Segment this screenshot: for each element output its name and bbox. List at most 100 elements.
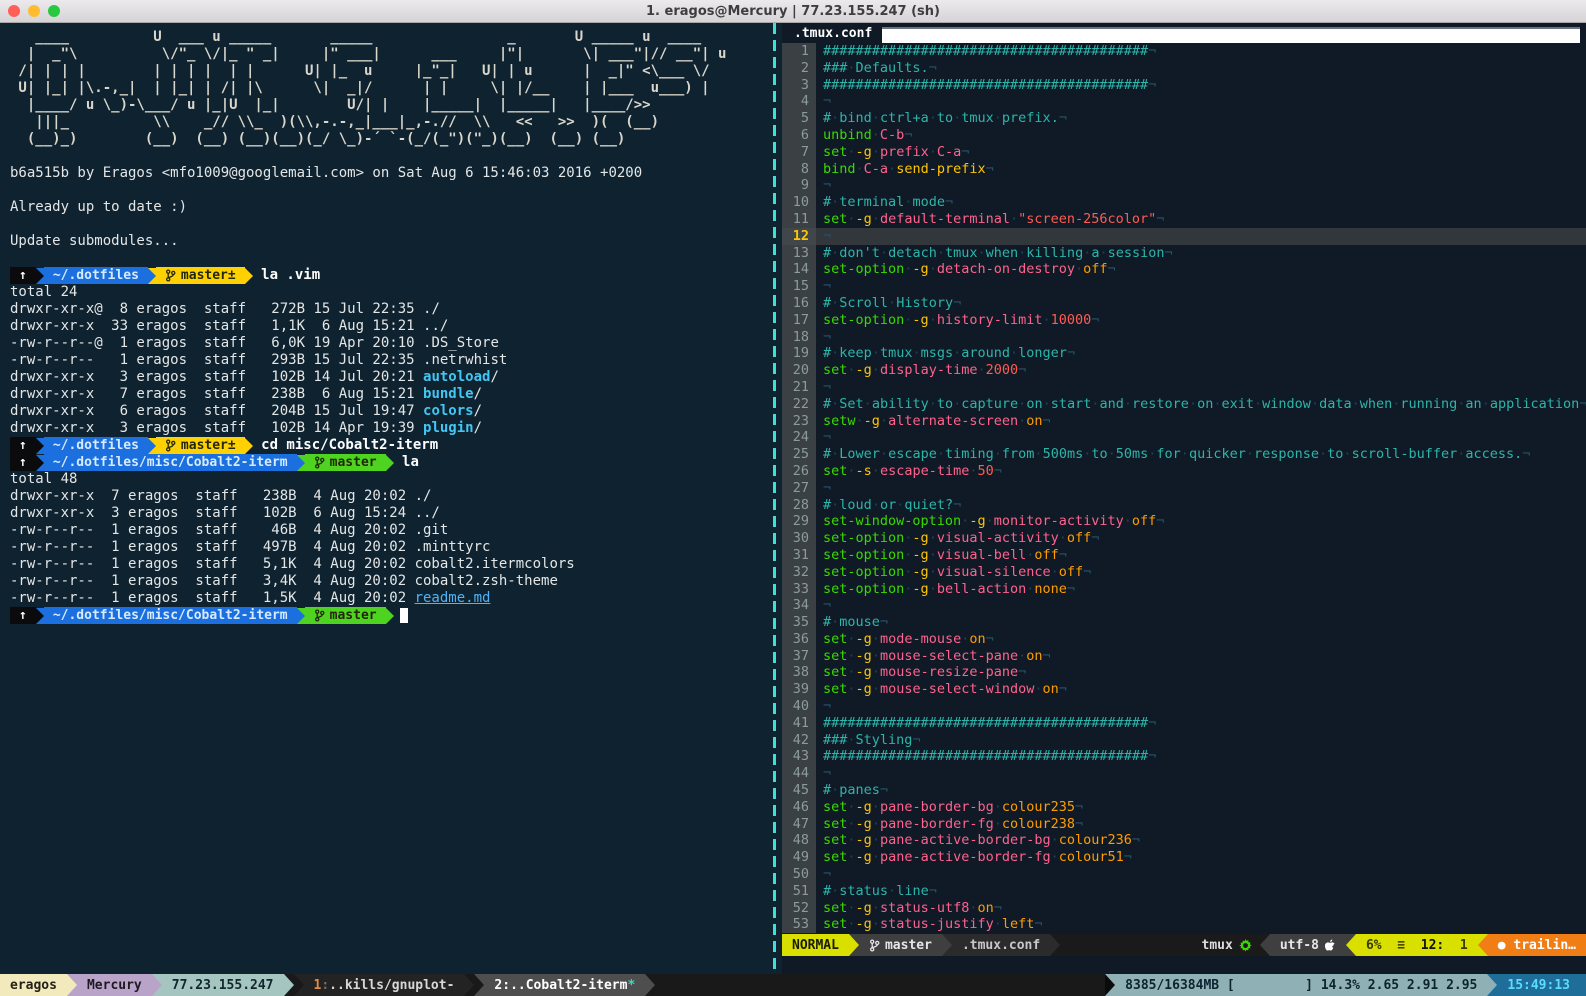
eol-marker: ¬ [1067, 581, 1075, 597]
eol-marker: ¬ [823, 765, 831, 781]
file-row: drwxr-xr-x 7 eragos staff 238B 6 Aug 15:… [10, 386, 766, 403]
syntax-token: set-option [823, 547, 904, 563]
file-meta: -rw-r--r-- 1 eragos staff 497B 4 Aug 20:… [10, 539, 415, 555]
syntax-token: # [823, 782, 831, 798]
vim-buffer[interactable]: 1#######################################… [782, 43, 1586, 934]
tmux-window[interactable]: 1:..kills/gnuplot- [304, 974, 465, 996]
file-row: drwxr-xr-x 3 eragos staff 102B 14 Jul 20… [10, 369, 766, 386]
eol-marker: ¬ [823, 228, 831, 244]
syntax-token: on [969, 631, 985, 647]
vim-pane[interactable]: .tmux.conf 1############################… [782, 23, 1586, 974]
powerline-arrow-icon [297, 608, 305, 624]
syntax-token: running [1400, 396, 1457, 412]
directory-name[interactable]: bundle [423, 386, 474, 402]
pane-separator[interactable] [766, 23, 782, 974]
file-meta: drwxr-xr-x 6 eragos staff 204B 15 Jul 19… [10, 403, 423, 419]
line-content: set·-g·prefix·C-a¬ [816, 144, 1586, 161]
syntax-token: -g [912, 581, 928, 597]
syntax-token: -g [856, 211, 872, 227]
syntax-token: ### [823, 732, 847, 748]
directory-name[interactable]: colors [423, 403, 474, 419]
eol-marker: ¬ [1579, 396, 1586, 412]
line-content: ¬ [816, 228, 1586, 245]
syntax-token: quiet? [904, 497, 953, 513]
window-title: 1. eragos@Mercury | 77.23.155.247 (sh) [0, 4, 1586, 19]
prompt-branch-segment: master± [156, 437, 245, 454]
line-content: set·-g·pane-border-bg·colour235¬ [816, 799, 1586, 816]
syntax-token: set-option [823, 261, 904, 277]
whitespace-dot: · [929, 564, 937, 580]
powerline-arrow-icon [67, 974, 77, 996]
eol-marker: ¬ [1067, 345, 1075, 361]
vim-line: 10#·terminal·mode¬ [782, 194, 1586, 211]
line-content: set·-g·pane-active-border-bg·colour236¬ [816, 832, 1586, 849]
syntax-token: set-option [823, 312, 904, 328]
file-link[interactable]: readme.md [415, 590, 491, 606]
whitespace-dot: · [1343, 446, 1351, 462]
memory-load-segment: 8385/16384MB [ ] 14.3% 2.65 2.91 2.95 [1115, 974, 1487, 996]
syntax-token: around [961, 345, 1010, 361]
syntax-token: -g [856, 648, 872, 664]
whitespace-dot: · [847, 362, 855, 378]
syntax-token: loud [839, 497, 872, 513]
bar-spacer [655, 974, 1105, 996]
vim-line: 2###·Defaults.¬ [782, 60, 1586, 77]
syntax-token: monitor-activity [994, 513, 1124, 529]
syntax-token: -g [912, 547, 928, 563]
file-meta: -rw-r--r-- 1 eragos staff 3,4K 4 Aug 20:… [10, 573, 415, 589]
window-title: ..Cobalt2-iterm [510, 978, 627, 993]
syntax-token: set [823, 664, 847, 680]
syntax-token: capture [961, 396, 1018, 412]
syntax-token: mouse-select-window [880, 681, 1034, 697]
window-number: 2 [494, 978, 502, 993]
file-name: cobalt2.zsh-theme [415, 573, 558, 589]
syntax-token: C-a [937, 144, 961, 160]
syntax-token: start [1051, 396, 1092, 412]
eol-marker: ¬ [1091, 530, 1099, 546]
directory-name[interactable]: plugin [423, 420, 474, 436]
shell-cursor[interactable] [400, 608, 408, 623]
vim-tab[interactable]: .tmux.conf [782, 26, 880, 41]
shell-pane[interactable]: ____ U ___ u _____ _____ _ U _____ u ___… [0, 23, 766, 974]
line-number: 13 [782, 245, 816, 262]
powerline-arrow-icon [942, 934, 952, 956]
syntax-token: response [1254, 446, 1319, 462]
syntax-token: colour51 [1059, 849, 1124, 865]
eol-marker: ¬ [1148, 77, 1156, 93]
ascii-banner: ____ U ___ u _____ _____ _ U _____ u ___… [10, 29, 766, 148]
eol-marker: ¬ [912, 732, 920, 748]
syntax-token: to [937, 110, 953, 126]
line-number: 41 [782, 715, 816, 732]
whitespace-dot: · [872, 345, 880, 361]
powerline-arrow-icon [148, 438, 156, 454]
file-meta: drwxr-xr-x 3 eragos staff 102B 14 Jul 20… [10, 369, 423, 385]
syntax-token: ######################################## [823, 715, 1148, 731]
syntax-token: off [1132, 513, 1156, 529]
whitespace-dot: · [1043, 312, 1051, 328]
syntax-token: # [823, 614, 831, 630]
eol-marker: ¬ [929, 60, 937, 76]
tmux-window-active[interactable]: 2:..Cobalt2-iterm* [484, 974, 645, 996]
position-segment: 6% ≡ 12: 1 [1356, 934, 1478, 956]
syntax-token: escape-time [880, 463, 969, 479]
shell-line [10, 216, 766, 233]
powerline-arrow-icon [284, 974, 294, 996]
vim-line: 6unbind·C-b¬ [782, 127, 1586, 144]
powerline-arrow-icon [297, 455, 305, 471]
eol-marker: ¬ [823, 480, 831, 496]
line-number: 7 [782, 144, 816, 161]
file-meta: drwxr-xr-x 7 eragos staff 238B 4 Aug 20:… [10, 488, 415, 504]
syntax-token: -g [856, 681, 872, 697]
whitespace-dot: · [847, 631, 855, 647]
line-content: ¬ [816, 597, 1586, 614]
line-number: 24 [782, 429, 816, 446]
file-row: drwxr-xr-x 7 eragos staff 238B 4 Aug 20:… [10, 488, 766, 505]
powerline-arrow-icon [849, 934, 859, 956]
line-number: 14 [782, 261, 816, 278]
syntax-token: set [823, 463, 847, 479]
directory-name[interactable]: autoload [423, 369, 490, 385]
syntax-token: on [1026, 396, 1042, 412]
vim-statusline: NORMALmaster.tmux.conftmuxutf-86% ≡ 12: … [782, 934, 1586, 956]
line-number: 27 [782, 480, 816, 497]
syntax-token: 10000 [1051, 312, 1092, 328]
